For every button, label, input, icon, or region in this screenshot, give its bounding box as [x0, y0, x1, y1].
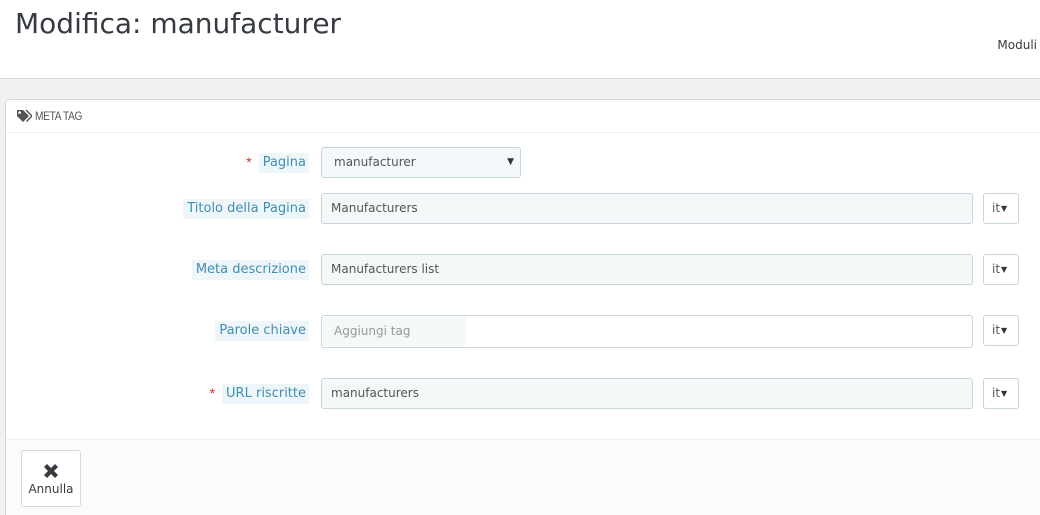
caret-down-icon: ▼: [1001, 326, 1008, 335]
label-keywords: Parole chiave: [215, 321, 309, 341]
lang-dropdown-url[interactable]: it▼: [983, 378, 1019, 409]
toolbar-link-modules[interactable]: Moduli: [997, 38, 1037, 52]
label-description-wrap: Meta descrizione: [191, 260, 309, 280]
label-title-wrap: Titolo della Pagina: [183, 199, 309, 219]
panel-footer: Annulla: [6, 439, 1040, 515]
label-page-wrap: * Pagina: [246, 153, 309, 173]
label-keywords-wrap: Parole chiave: [215, 321, 309, 341]
url-input[interactable]: manufacturers: [321, 378, 973, 409]
lang-label: it: [992, 323, 1001, 337]
page-title: Modifica: manufacturer: [15, 7, 342, 40]
required-star: *: [209, 385, 216, 401]
lang-dropdown-description[interactable]: it▼: [983, 254, 1019, 285]
lang-label: it: [992, 386, 1001, 400]
tag-input-placeholder[interactable]: Aggiungi tag: [323, 317, 466, 346]
label-title: Titolo della Pagina: [183, 199, 309, 219]
lang-dropdown-title[interactable]: it▼: [983, 193, 1019, 224]
page-header: Modifica: manufacturer Moduli: [0, 0, 1040, 79]
lang-label: it: [992, 201, 1001, 215]
required-star: *: [246, 154, 252, 170]
label-page: Pagina: [258, 153, 309, 173]
label-url-wrap: * URL riscritte: [210, 384, 309, 404]
caret-down-icon: ▼: [1001, 389, 1008, 398]
page-select-value: manufacturer: [334, 155, 416, 169]
caret-down-icon: ▼: [1001, 204, 1008, 213]
keywords-tag-input[interactable]: Aggiungi tag: [321, 315, 973, 348]
lang-label: it: [992, 262, 1001, 276]
panel-heading: META TAG: [6, 100, 1040, 133]
chevron-down-icon: ▼: [507, 157, 514, 167]
panel-heading-title: META TAG: [35, 109, 83, 123]
close-icon: [44, 464, 58, 478]
label-description: Meta descrizione: [191, 260, 309, 280]
description-input[interactable]: Manufacturers list: [321, 254, 973, 285]
lang-dropdown-keywords[interactable]: it▼: [983, 315, 1019, 346]
tags-icon: [16, 109, 33, 123]
title-input[interactable]: Manufacturers: [321, 193, 973, 224]
meta-tag-panel: META TAG * Pagina manufacturer ▼ Titolo …: [5, 99, 1040, 515]
cancel-button-label: Annulla: [28, 482, 74, 496]
page-select[interactable]: manufacturer ▼: [321, 147, 521, 178]
caret-down-icon: ▼: [1001, 265, 1008, 274]
label-url: URL riscritte: [222, 384, 309, 404]
cancel-button[interactable]: Annulla: [21, 450, 81, 507]
